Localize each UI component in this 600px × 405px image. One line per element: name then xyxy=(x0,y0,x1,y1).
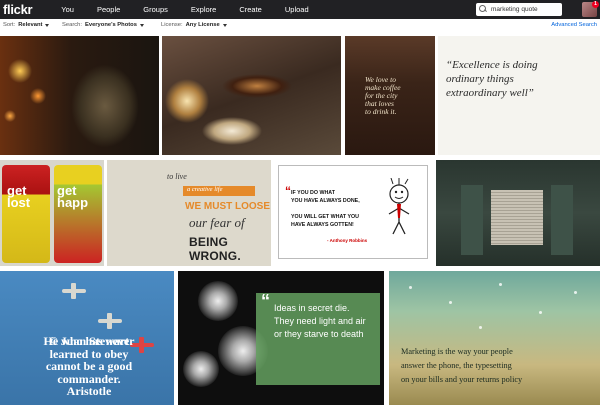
photo-quote-text: We love to make coffee for the city that… xyxy=(365,75,401,116)
license-value: Any License xyxy=(185,22,220,28)
photo-quote-line: a creative life xyxy=(187,186,223,193)
can-red: get lost xyxy=(2,165,50,263)
quote-mark-icon: “ xyxy=(261,291,270,311)
dandelion-graphic xyxy=(198,281,238,321)
photo-coffee-quote[interactable]: We love to make coffee for the city that… xyxy=(345,36,435,155)
filter-bar: Sort: Relevant Search: Everyone's Photos… xyxy=(0,19,600,33)
dandelion-graphic xyxy=(183,351,219,387)
photo-quote-line: our fear of xyxy=(189,215,245,230)
photo-buddha-statue[interactable] xyxy=(0,36,159,155)
airplane-icon xyxy=(98,313,122,329)
main-nav: You People Groups Explore Create Upload xyxy=(61,5,331,14)
sort-value: Relevant xyxy=(18,22,43,28)
storefront-door xyxy=(461,185,483,255)
nav-create[interactable]: Create xyxy=(239,5,262,14)
photo-quote-text: “Excellence is doing ordinary things ext… xyxy=(446,59,538,99)
photo-quote-line: to live xyxy=(167,172,187,181)
nav-explore[interactable]: Explore xyxy=(191,5,216,14)
photo-quote-text: IF YOU DO WHAT YOU HAVE ALWAYS DONE, YOU… xyxy=(291,190,360,228)
photo-creative-life-quote[interactable]: to live a creative life WE MUST LOOSE ou… xyxy=(107,160,271,266)
photo-marketing-quote[interactable]: Marketing is the way your people answer … xyxy=(389,271,600,405)
chevron-down-icon xyxy=(139,23,144,27)
flickr-logo[interactable]: flickr xyxy=(3,2,33,17)
can-text: get lost xyxy=(7,183,31,210)
bokeh-dot xyxy=(449,301,452,304)
photo-quote-author: - Anthony Robbins xyxy=(327,238,368,243)
photo-quote-text: He who has never learned to obey cannot … xyxy=(43,334,135,398)
photo-get-lost-cans[interactable]: get lost get happ xyxy=(0,160,104,266)
photo-excellence-quote[interactable]: “Excellence is doing ordinary things ext… xyxy=(438,36,600,155)
top-nav-bar: flickr You People Groups Explore Create … xyxy=(0,0,600,19)
cartoon-figure-icon xyxy=(388,178,410,235)
search-query-text: marketing quote xyxy=(491,6,538,13)
nav-people[interactable]: People xyxy=(97,5,120,14)
license-dropdown[interactable]: License: Any License xyxy=(161,22,227,28)
bokeh-dot xyxy=(539,311,542,314)
photo-quote-line: BEING WRONG. xyxy=(189,235,241,263)
license-label: License: xyxy=(161,22,183,28)
photo-ideas-quote[interactable]: “ Ideas in secret die. They need light a… xyxy=(178,271,384,405)
storefront-door xyxy=(551,185,573,255)
search-icon[interactable] xyxy=(479,5,488,14)
photo-robbins-quote[interactable]: “ IF YOU DO WHAT YOU HAVE ALWAYS DONE, Y… xyxy=(278,165,428,259)
chevron-down-icon xyxy=(45,23,50,27)
photo-quote-line: WE MUST LOOSE xyxy=(185,201,270,212)
photo-quote-text: Marketing is the way your people answer … xyxy=(401,347,523,384)
sort-label: Sort: xyxy=(3,22,16,28)
can-text: get happ xyxy=(57,183,89,210)
airplane-icon xyxy=(62,283,86,299)
sort-dropdown[interactable]: Sort: Relevant xyxy=(3,22,50,28)
search-scope-label: Search: xyxy=(62,22,82,28)
photo-storefront[interactable] xyxy=(436,160,600,266)
bokeh-dot xyxy=(479,326,482,329)
nav-upload[interactable]: Upload xyxy=(285,5,309,14)
search-scope-dropdown[interactable]: Search: Everyone's Photos xyxy=(62,22,144,28)
can-yellow: get happ xyxy=(54,165,102,263)
storefront-shutter xyxy=(491,190,543,245)
photo-quote-text: Ideas in secret die. They need light and… xyxy=(274,303,366,339)
bokeh-dot xyxy=(499,283,502,286)
bokeh-dot xyxy=(409,286,412,289)
search-input[interactable]: marketing quote xyxy=(476,3,562,16)
photo-coffee-table[interactable] xyxy=(162,36,341,155)
search-scope-value: Everyone's Photos xyxy=(84,22,137,28)
chevron-down-icon xyxy=(222,23,227,27)
photo-aristotle-quote[interactable]: © Juan Stewart He who has never learned … xyxy=(0,271,174,405)
advanced-search-link[interactable]: Advanced Search xyxy=(551,22,597,28)
bokeh-dot xyxy=(574,291,577,294)
notification-badge[interactable]: 1 xyxy=(592,1,599,8)
nav-groups[interactable]: Groups xyxy=(143,5,168,14)
nav-you[interactable]: You xyxy=(61,5,74,14)
